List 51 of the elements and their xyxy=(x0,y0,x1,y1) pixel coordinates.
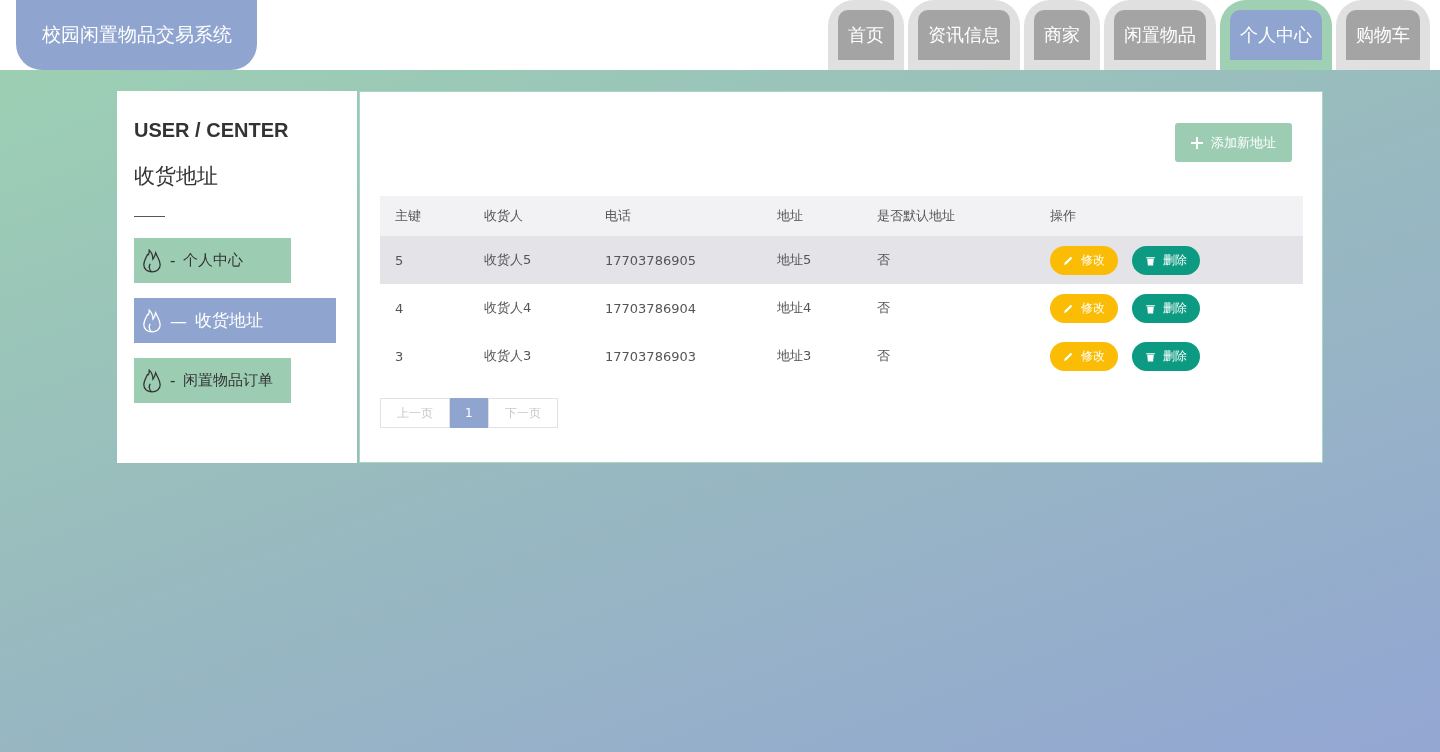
page-button[interactable]: 1 xyxy=(450,398,488,428)
table-cell-text: 17703786905 xyxy=(604,252,697,268)
column-header: 收货人 xyxy=(483,207,524,225)
pencil-icon xyxy=(1063,302,1074,314)
nav-tab[interactable]: 闲置物品 xyxy=(1114,10,1206,60)
sidebar-item[interactable]: — 收货地址 xyxy=(134,298,336,343)
table-cell-text: 否 xyxy=(876,251,891,269)
flame-icon xyxy=(142,248,162,273)
trash-icon xyxy=(1145,302,1156,314)
nav-tab[interactable]: 商家 xyxy=(1034,10,1090,60)
column-header: 操作 xyxy=(1049,207,1076,225)
trash-icon xyxy=(1145,350,1156,362)
table-cell-text: 17703786904 xyxy=(604,300,697,316)
sidebar-item[interactable]: - 个人中心 xyxy=(134,238,291,283)
flame-icon xyxy=(142,308,162,333)
delete-button[interactable]: 删除 xyxy=(1132,293,1200,323)
delete-button[interactable]: 删除 xyxy=(1132,245,1200,275)
column-header: 电话 xyxy=(604,207,632,225)
pencil-icon xyxy=(1063,350,1074,362)
table-cell-text: 收货人3 xyxy=(483,347,533,365)
column-header: 主键 xyxy=(394,207,422,225)
edit-button[interactable]: 修改 xyxy=(1050,341,1118,371)
table-cell-text: 否 xyxy=(876,299,891,317)
table-cell-text: 否 xyxy=(876,347,891,365)
nav-tab[interactable]: 购物车 xyxy=(1346,10,1420,60)
table-cell-text: 收货人4 xyxy=(483,299,533,317)
table-cell-text: 地址4 xyxy=(776,299,813,317)
pencil-icon xyxy=(1063,254,1074,266)
nav-tab[interactable]: 首页 xyxy=(838,10,894,60)
table-cell-text: 17703786903 xyxy=(604,348,697,364)
trash-icon xyxy=(1145,254,1156,266)
column-header: 地址 xyxy=(776,207,804,225)
nav-tab[interactable]: 个人中心 xyxy=(1230,10,1322,60)
edit-button[interactable]: 修改 xyxy=(1050,245,1118,275)
column-header: 是否默认地址 xyxy=(876,207,956,225)
table-cell-text: 5 xyxy=(394,252,405,268)
delete-button[interactable]: 删除 xyxy=(1132,341,1200,371)
table-cell-text: 收货人5 xyxy=(483,251,533,269)
table-cell-text: 地址5 xyxy=(776,251,813,269)
table-cell-text: 3 xyxy=(394,348,405,364)
table-cell-text: 4 xyxy=(394,300,405,316)
sidebar-subtitle: 收货地址 xyxy=(134,163,218,190)
site-title: 校园闲置物品交易系统 xyxy=(16,0,257,70)
add-address-button[interactable]: 添加新地址 xyxy=(1175,123,1292,162)
flame-icon xyxy=(142,368,162,393)
nav-tab[interactable]: 资讯信息 xyxy=(918,10,1010,60)
table-cell-text: 地址3 xyxy=(776,347,813,365)
sidebar-item[interactable]: - 闲置物品订单 xyxy=(134,358,291,403)
plus-icon xyxy=(1191,136,1203,149)
sidebar-heading: USER / CENTER xyxy=(134,119,289,142)
edit-button[interactable]: 修改 xyxy=(1050,293,1118,323)
